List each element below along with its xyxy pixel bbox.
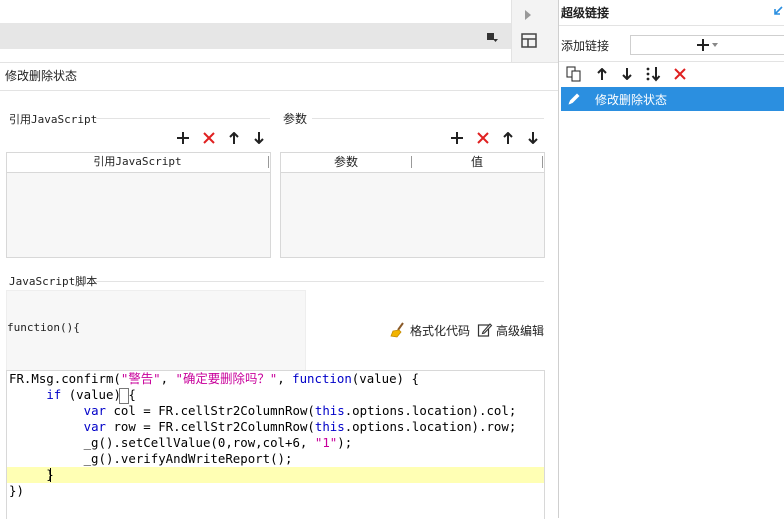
delete-link-button[interactable] xyxy=(671,65,689,83)
ref-js-table[interactable]: 引用JavaScript xyxy=(6,152,271,258)
right-pane: 超级链接 添加链接 修改删除状态 xyxy=(558,0,784,518)
hyperlink-list: 修改删除状态 xyxy=(559,86,784,518)
params-title: 参数 xyxy=(283,112,308,126)
ref-js-column-header: 引用JavaScript xyxy=(93,155,182,168)
function-header: function(){ xyxy=(7,321,80,334)
bracket-match-box xyxy=(119,388,129,404)
code-editor[interactable]: FR.Msg.confirm("警告", "确定要删除吗？", function… xyxy=(6,370,545,519)
code-line: }) xyxy=(9,483,24,498)
ref-js-title: 引用JavaScript xyxy=(9,113,98,126)
sort-icon[interactable] xyxy=(644,65,662,83)
list-item-label: 修改删除状态 xyxy=(595,93,668,107)
format-code-label: 格式化代码 xyxy=(410,323,471,338)
current-line-highlight xyxy=(7,467,544,483)
move-down-link-button[interactable] xyxy=(618,65,636,83)
add-link-label: 添加链接 xyxy=(561,39,610,53)
broom-icon xyxy=(390,322,406,338)
code-line: var row = FR.cellStr2ColumnRow(this.opti… xyxy=(83,419,517,434)
grid-layout-icon[interactable] xyxy=(518,30,540,52)
delete-param-button[interactable] xyxy=(475,130,491,146)
copy-icon[interactable] xyxy=(565,65,583,83)
param-name-column-header: 参数 xyxy=(333,155,358,169)
code-line: _g().verifyAndWriteReport(); xyxy=(9,451,293,466)
move-down-param-button[interactable] xyxy=(525,130,541,146)
top-toolbar xyxy=(0,23,511,49)
hyperlink-panel-title: 超级链接 xyxy=(561,6,610,20)
add-ref-js-button[interactable] xyxy=(175,130,191,146)
edit-icon xyxy=(477,322,493,338)
code-line: _g().setCellValue(0,row,col+6, "1"); xyxy=(9,435,353,450)
chevron-right-icon[interactable] xyxy=(521,6,535,24)
section-title: 修改删除状态 xyxy=(5,69,78,83)
params-table[interactable]: 参数 值 xyxy=(280,152,545,258)
chevron-down-icon xyxy=(712,43,718,47)
param-value-column-header: 值 xyxy=(470,155,483,169)
list-item[interactable]: 修改删除状态 xyxy=(561,87,784,111)
script-title: JavaScript脚本 xyxy=(9,275,98,288)
pencil-icon xyxy=(566,91,582,107)
code-line: if (value) { xyxy=(46,387,136,402)
format-code-button[interactable]: 格式化代码 xyxy=(390,321,470,339)
expand-arrow-icon[interactable] xyxy=(771,4,784,18)
move-down-ref-js-button[interactable] xyxy=(251,130,267,146)
code-line: FR.Msg.confirm("警告", "确定要删除吗？", function… xyxy=(9,371,419,386)
cell-format-icon[interactable] xyxy=(483,28,501,46)
code-line: var col = FR.cellStr2ColumnRow(this.opti… xyxy=(83,403,517,418)
left-pane: 修改删除状态 引用JavaScript 引用JavaScript 参数 参数 值… xyxy=(0,0,559,519)
add-link-dropdown[interactable] xyxy=(630,35,784,55)
delete-ref-js-button[interactable] xyxy=(201,130,217,146)
advanced-edit-label: 高级编辑 xyxy=(496,323,545,338)
code-line: } xyxy=(9,467,54,482)
move-up-link-button[interactable] xyxy=(593,65,611,83)
move-up-ref-js-button[interactable] xyxy=(226,130,242,146)
move-up-param-button[interactable] xyxy=(500,130,516,146)
text-cursor xyxy=(50,468,51,482)
add-param-button[interactable] xyxy=(449,130,465,146)
advanced-edit-button[interactable]: 高级编辑 xyxy=(477,321,544,339)
